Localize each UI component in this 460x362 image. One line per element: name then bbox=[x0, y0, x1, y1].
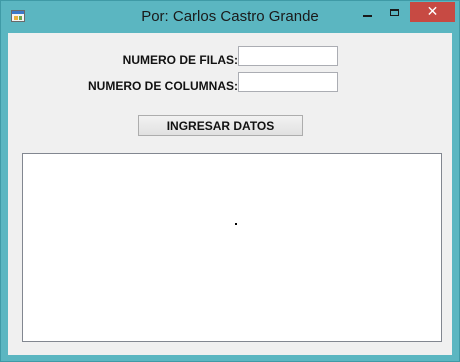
maximize-icon bbox=[389, 8, 399, 16]
maximize-button[interactable] bbox=[381, 2, 407, 22]
minimize-button[interactable] bbox=[354, 2, 380, 22]
cursor-dot bbox=[235, 223, 237, 225]
close-icon: ✕ bbox=[426, 4, 439, 20]
minimize-icon bbox=[362, 15, 372, 17]
close-button[interactable]: ✕ bbox=[410, 2, 455, 22]
output-textarea[interactable] bbox=[22, 153, 442, 342]
submit-data-button[interactable]: INGRESAR DATOS bbox=[138, 115, 303, 136]
rows-input[interactable] bbox=[238, 46, 338, 66]
app-window: Por: Carlos Castro Grande ✕ NUMERO DE FI… bbox=[0, 0, 460, 362]
rows-label: NUMERO DE FILAS: bbox=[122, 53, 238, 67]
title-bar[interactable]: Por: Carlos Castro Grande ✕ bbox=[1, 1, 459, 33]
columns-input[interactable] bbox=[238, 72, 338, 92]
form-client-area: NUMERO DE FILAS: NUMERO DE COLUMNAS: ING… bbox=[8, 33, 452, 355]
columns-label: NUMERO DE COLUMNAS: bbox=[88, 79, 238, 93]
